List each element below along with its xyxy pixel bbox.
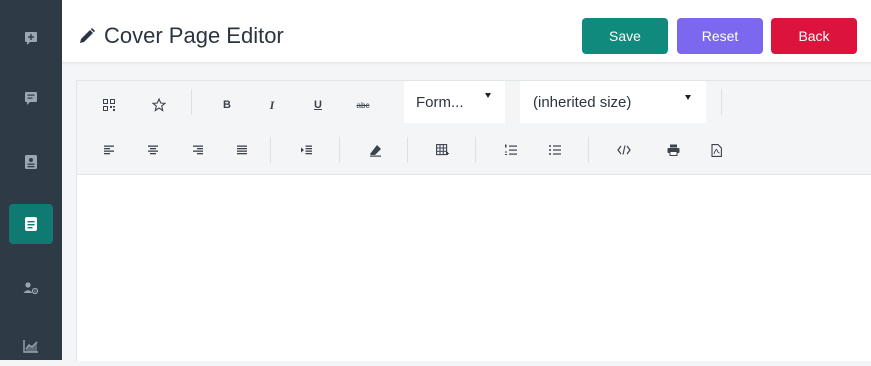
sidebar-item-pages[interactable] <box>9 204 53 244</box>
document-icon <box>25 217 37 231</box>
editor-toolbar: B I U abc Form... (inherited size) <box>77 81 871 175</box>
align-center-button[interactable] <box>143 140 163 160</box>
pdf-file-icon <box>710 143 722 157</box>
special-character-button[interactable] <box>149 95 169 115</box>
chevron-down-icon <box>485 93 491 98</box>
contact-card-icon <box>25 155 37 169</box>
font-size-select-value: (inherited size) <box>533 93 632 111</box>
italic-button[interactable]: I <box>262 95 282 115</box>
toolbar-separator <box>191 89 192 115</box>
back-button[interactable]: Back <box>771 18 857 54</box>
user-settings-icon <box>23 282 39 295</box>
editor-content-area[interactable] <box>77 175 871 361</box>
toolbar-separator <box>339 137 340 163</box>
print-button[interactable] <box>663 140 683 160</box>
toolbar-separator <box>407 137 408 163</box>
numbered-list-icon <box>505 144 517 155</box>
save-button[interactable]: Save <box>582 18 668 54</box>
clear-formatting-button[interactable] <box>365 140 385 160</box>
eraser-icon <box>369 144 381 157</box>
sidebar-item-add-message[interactable] <box>9 18 53 58</box>
format-select[interactable]: Form... <box>404 81 505 123</box>
qr-code-icon <box>103 99 115 111</box>
align-center-icon <box>148 145 158 155</box>
underline-button[interactable]: U <box>308 95 328 115</box>
toolbar-separator <box>475 137 476 163</box>
toolbar-separator <box>270 137 271 163</box>
chart-icon <box>23 340 38 353</box>
qr-code-button[interactable] <box>99 95 119 115</box>
pencil-icon <box>80 28 95 43</box>
strikethrough-button[interactable]: abc <box>351 95 375 115</box>
indent-button[interactable] <box>296 140 316 160</box>
bulleted-list-icon <box>549 145 561 155</box>
bold-button[interactable]: B <box>217 95 237 115</box>
sidebar-item-reports[interactable] <box>9 326 53 366</box>
toolbar-separator <box>721 89 722 115</box>
indent-icon <box>300 145 312 155</box>
code-icon <box>617 145 631 155</box>
header-bar: Cover Page Editor Save Reset Back <box>62 0 871 63</box>
editor: B I U abc Form... (inherited size) <box>76 80 871 361</box>
numbered-list-button[interactable] <box>501 140 521 160</box>
message-icon <box>25 92 37 105</box>
chevron-down-icon <box>685 95 691 100</box>
sidebar-item-messages[interactable] <box>9 78 53 118</box>
align-right-button[interactable] <box>188 140 208 160</box>
main-content: Cover Page Editor Save Reset Back B I U … <box>62 0 871 361</box>
print-icon <box>667 144 679 156</box>
sidebar-item-user-settings[interactable] <box>9 268 53 308</box>
page-title: Cover Page Editor <box>78 22 284 50</box>
toolbar-separator <box>588 137 589 163</box>
bulleted-list-button[interactable] <box>545 140 565 160</box>
source-code-button[interactable] <box>614 140 634 160</box>
page-title-text: Cover Page Editor <box>104 23 284 48</box>
sidebar <box>0 0 62 360</box>
justify-button[interactable] <box>232 140 252 160</box>
insert-table-button[interactable] <box>432 140 452 160</box>
reset-button[interactable]: Reset <box>677 18 763 54</box>
add-message-icon <box>25 32 37 45</box>
align-left-button[interactable] <box>99 140 119 160</box>
align-justify-icon <box>237 145 247 155</box>
sidebar-item-contacts[interactable] <box>9 142 53 182</box>
align-left-icon <box>104 145 114 155</box>
font-size-select[interactable]: (inherited size) <box>520 81 706 123</box>
export-pdf-button[interactable] <box>706 140 726 160</box>
table-icon <box>435 144 449 156</box>
star-icon <box>152 98 166 112</box>
align-right-icon <box>193 145 203 155</box>
format-select-value: Form... <box>416 93 464 111</box>
